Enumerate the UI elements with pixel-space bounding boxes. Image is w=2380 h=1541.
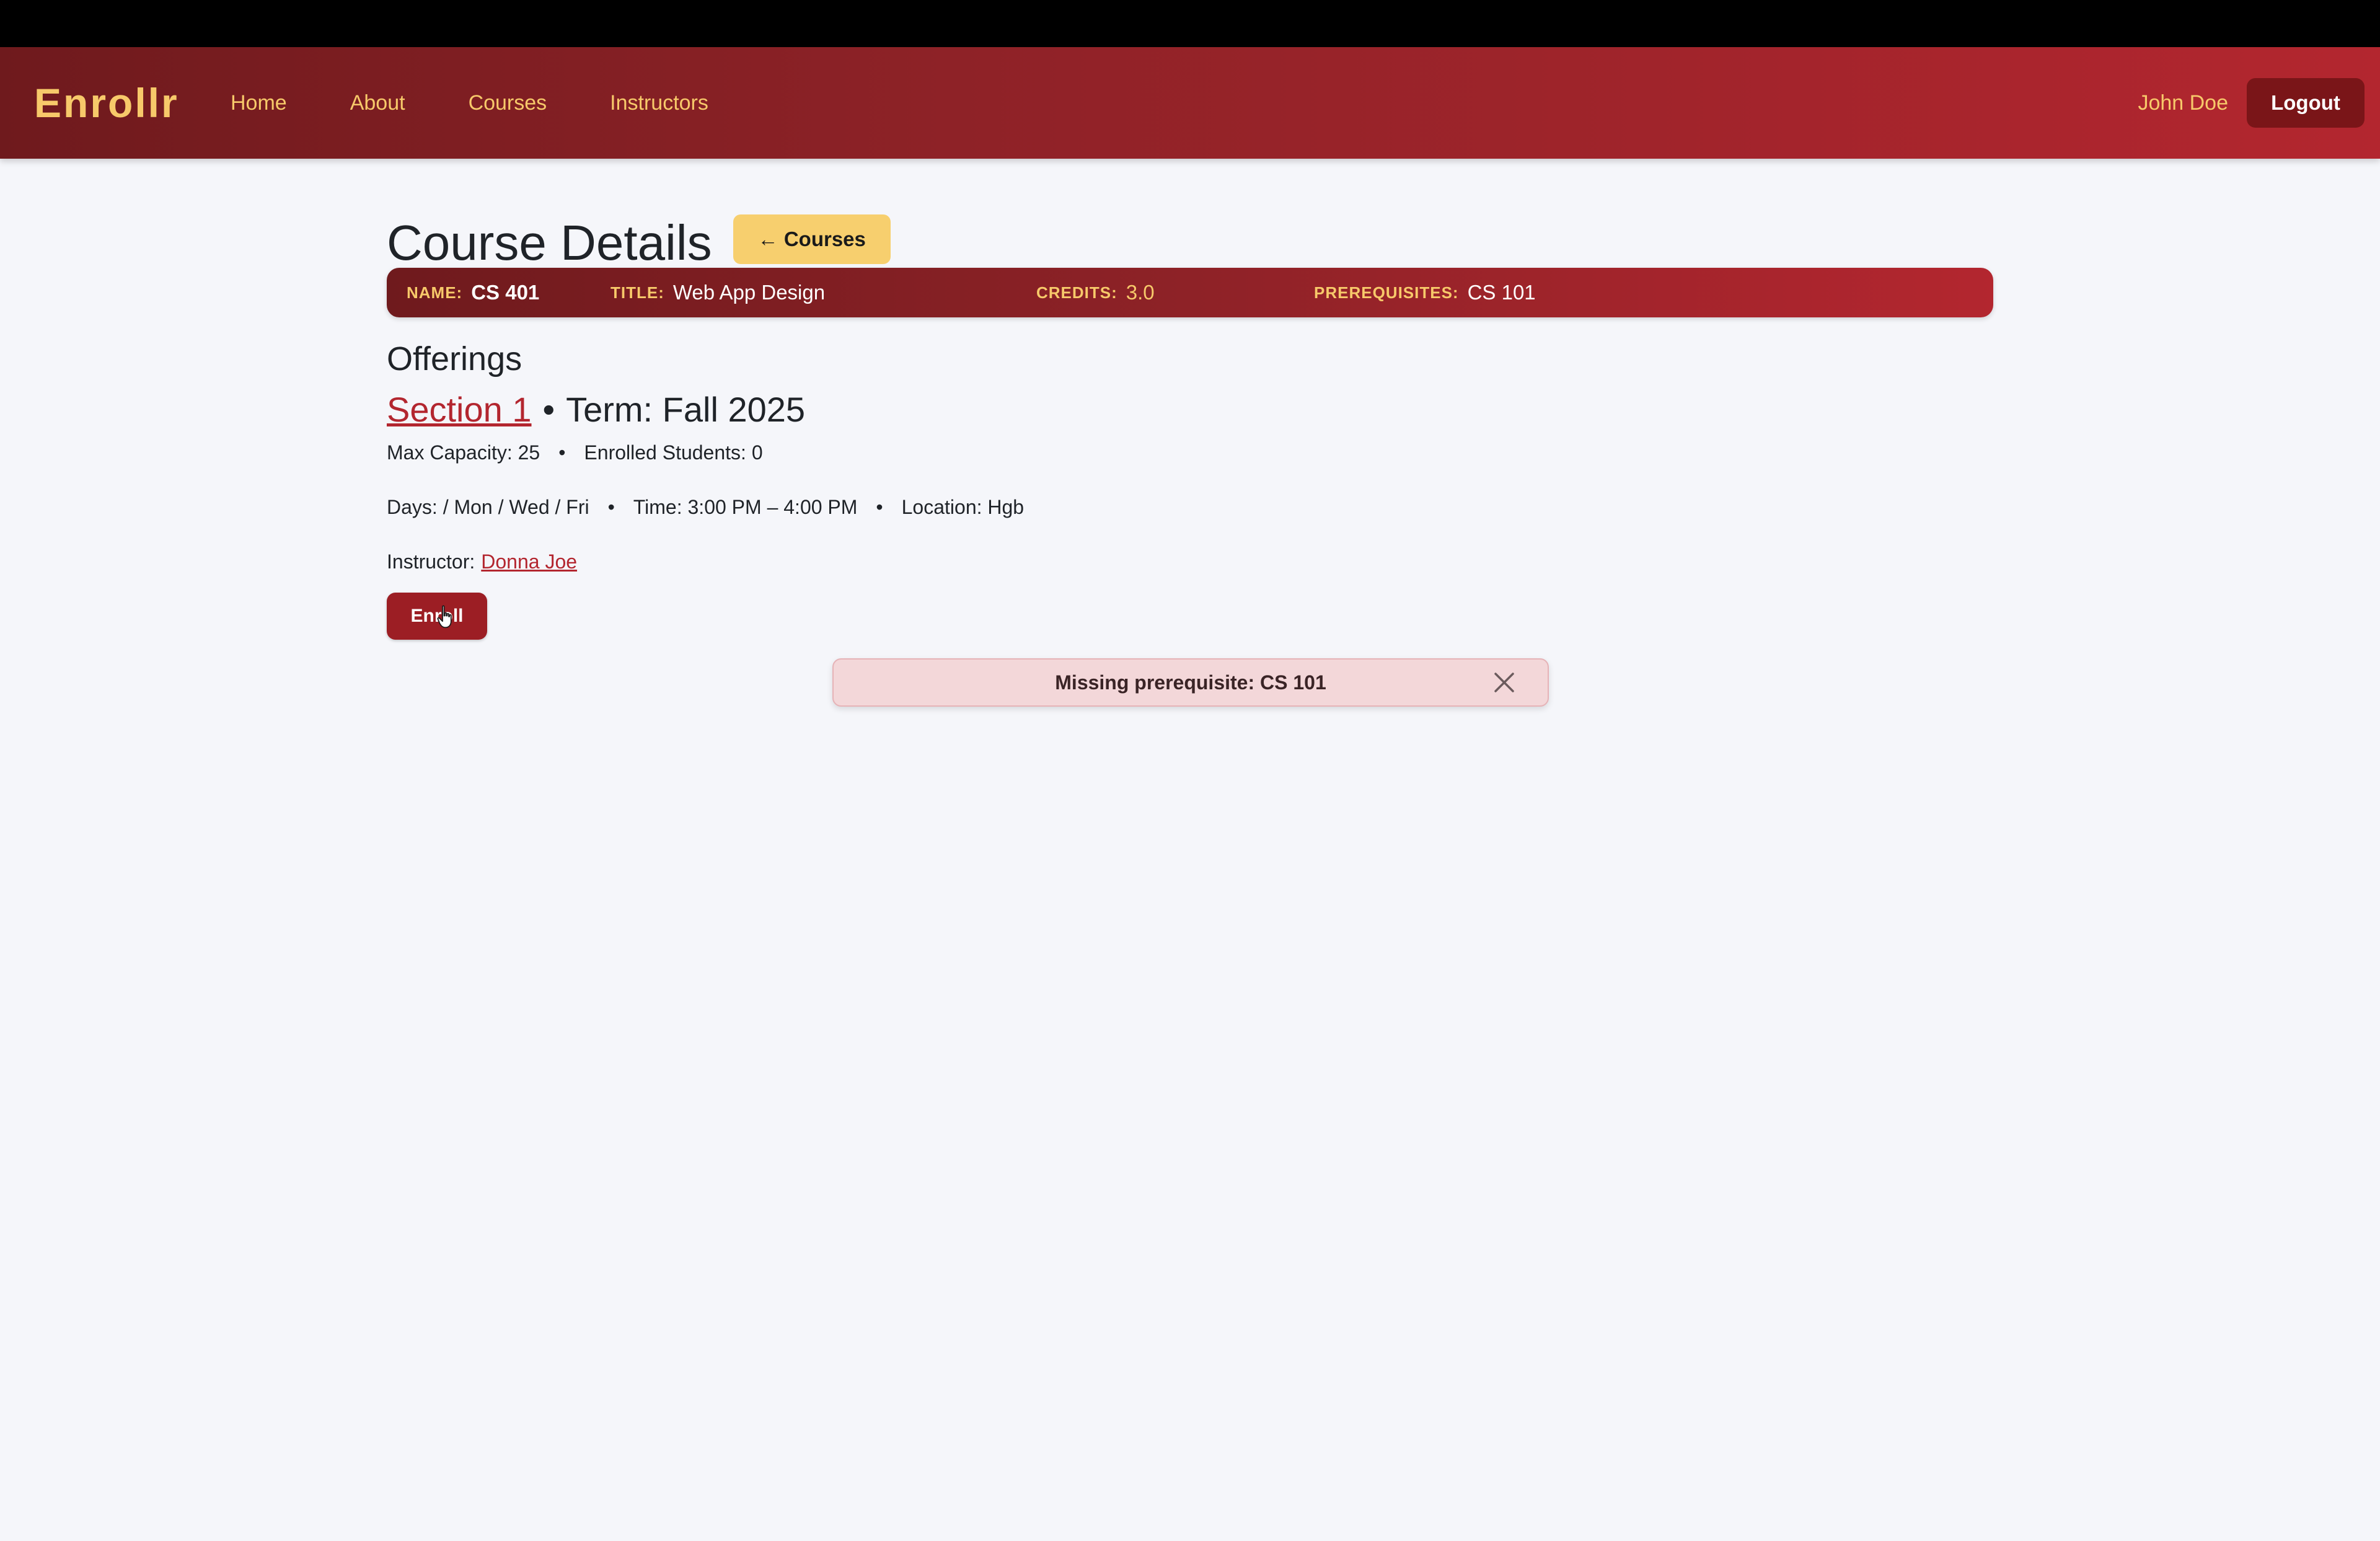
course-title-value: Web App Design xyxy=(672,281,826,304)
term-label: Term: Fall 2025 xyxy=(566,390,806,429)
enrolled-students: Enrolled Students: 0 xyxy=(584,441,763,464)
course-title-label: TITLE: xyxy=(610,283,664,302)
title-row: Course Details ← Courses xyxy=(387,211,891,268)
close-icon[interactable] xyxy=(1492,670,1517,695)
page-title: Course Details xyxy=(387,215,712,270)
course-info-bar: NAME: CS 401 TITLE: Web App Design CREDI… xyxy=(387,268,1993,317)
section-link[interactable]: Section 1 xyxy=(387,389,532,430)
course-credits-value: 3.0 xyxy=(1126,281,1155,304)
schedule-row: Days: / Mon / Wed / Fri • Time: 3:00 PM … xyxy=(387,496,1024,519)
hand-pointer-cursor-icon xyxy=(437,605,452,629)
time: Time: 3:00 PM – 4:00 PM xyxy=(633,496,858,518)
max-capacity: Max Capacity: 25 xyxy=(387,441,540,464)
offerings-heading: Offerings xyxy=(387,340,522,378)
nav-link-instructors[interactable]: Instructors xyxy=(610,91,708,115)
capacity-row: Max Capacity: 25 • Enrolled Students: 0 xyxy=(387,441,763,464)
logout-button[interactable]: Logout xyxy=(2247,78,2365,128)
course-credits-label: CREDITS: xyxy=(1036,283,1117,302)
navbar: Enrollr Home About Courses Instructors J… xyxy=(0,47,2380,159)
section-separator: • xyxy=(542,390,555,429)
location: Location: Hgb xyxy=(901,496,1025,518)
instructor-link[interactable]: Donna Joe xyxy=(481,550,577,573)
section-heading: Section 1 • Term: Fall 2025 xyxy=(387,389,805,430)
bullet-separator: • xyxy=(607,496,615,518)
prerequisite-alert: Missing prerequisite: CS 101 xyxy=(832,658,1549,707)
days: Days: / Mon / Wed / Fri xyxy=(387,496,589,518)
course-name-label: NAME: xyxy=(407,283,463,302)
top-black-bar xyxy=(0,0,2380,47)
user-name: John Doe xyxy=(2138,91,2228,115)
nav-link-courses[interactable]: Courses xyxy=(469,91,547,115)
back-to-courses-button[interactable]: ← Courses xyxy=(733,214,891,264)
bullet-separator: • xyxy=(876,496,883,518)
course-name-field: NAME: CS 401 xyxy=(407,268,539,317)
instructor-row: Instructor: Donna Joe xyxy=(387,550,577,573)
course-credits-field: CREDITS: 3.0 xyxy=(1036,268,1155,317)
bullet-separator: • xyxy=(558,441,566,464)
alert-message: Missing prerequisite: CS 101 xyxy=(1055,671,1326,694)
course-name-value: CS 401 xyxy=(471,281,540,304)
course-title-field: TITLE: Web App Design xyxy=(610,268,825,317)
nav-links: Home About Courses Instructors xyxy=(231,47,772,159)
nav-link-about[interactable]: About xyxy=(350,91,405,115)
enroll-button[interactable]: Enroll xyxy=(387,593,487,640)
course-prereq-label: PREREQUISITES: xyxy=(1314,283,1459,302)
instructor-label: Instructor: xyxy=(387,550,475,573)
course-prereq-value: CS 101 xyxy=(1467,281,1536,304)
course-prereq-field: PREREQUISITES: CS 101 xyxy=(1314,268,1536,317)
brand-logo[interactable]: Enrollr xyxy=(34,47,179,159)
nav-link-home[interactable]: Home xyxy=(231,91,287,115)
